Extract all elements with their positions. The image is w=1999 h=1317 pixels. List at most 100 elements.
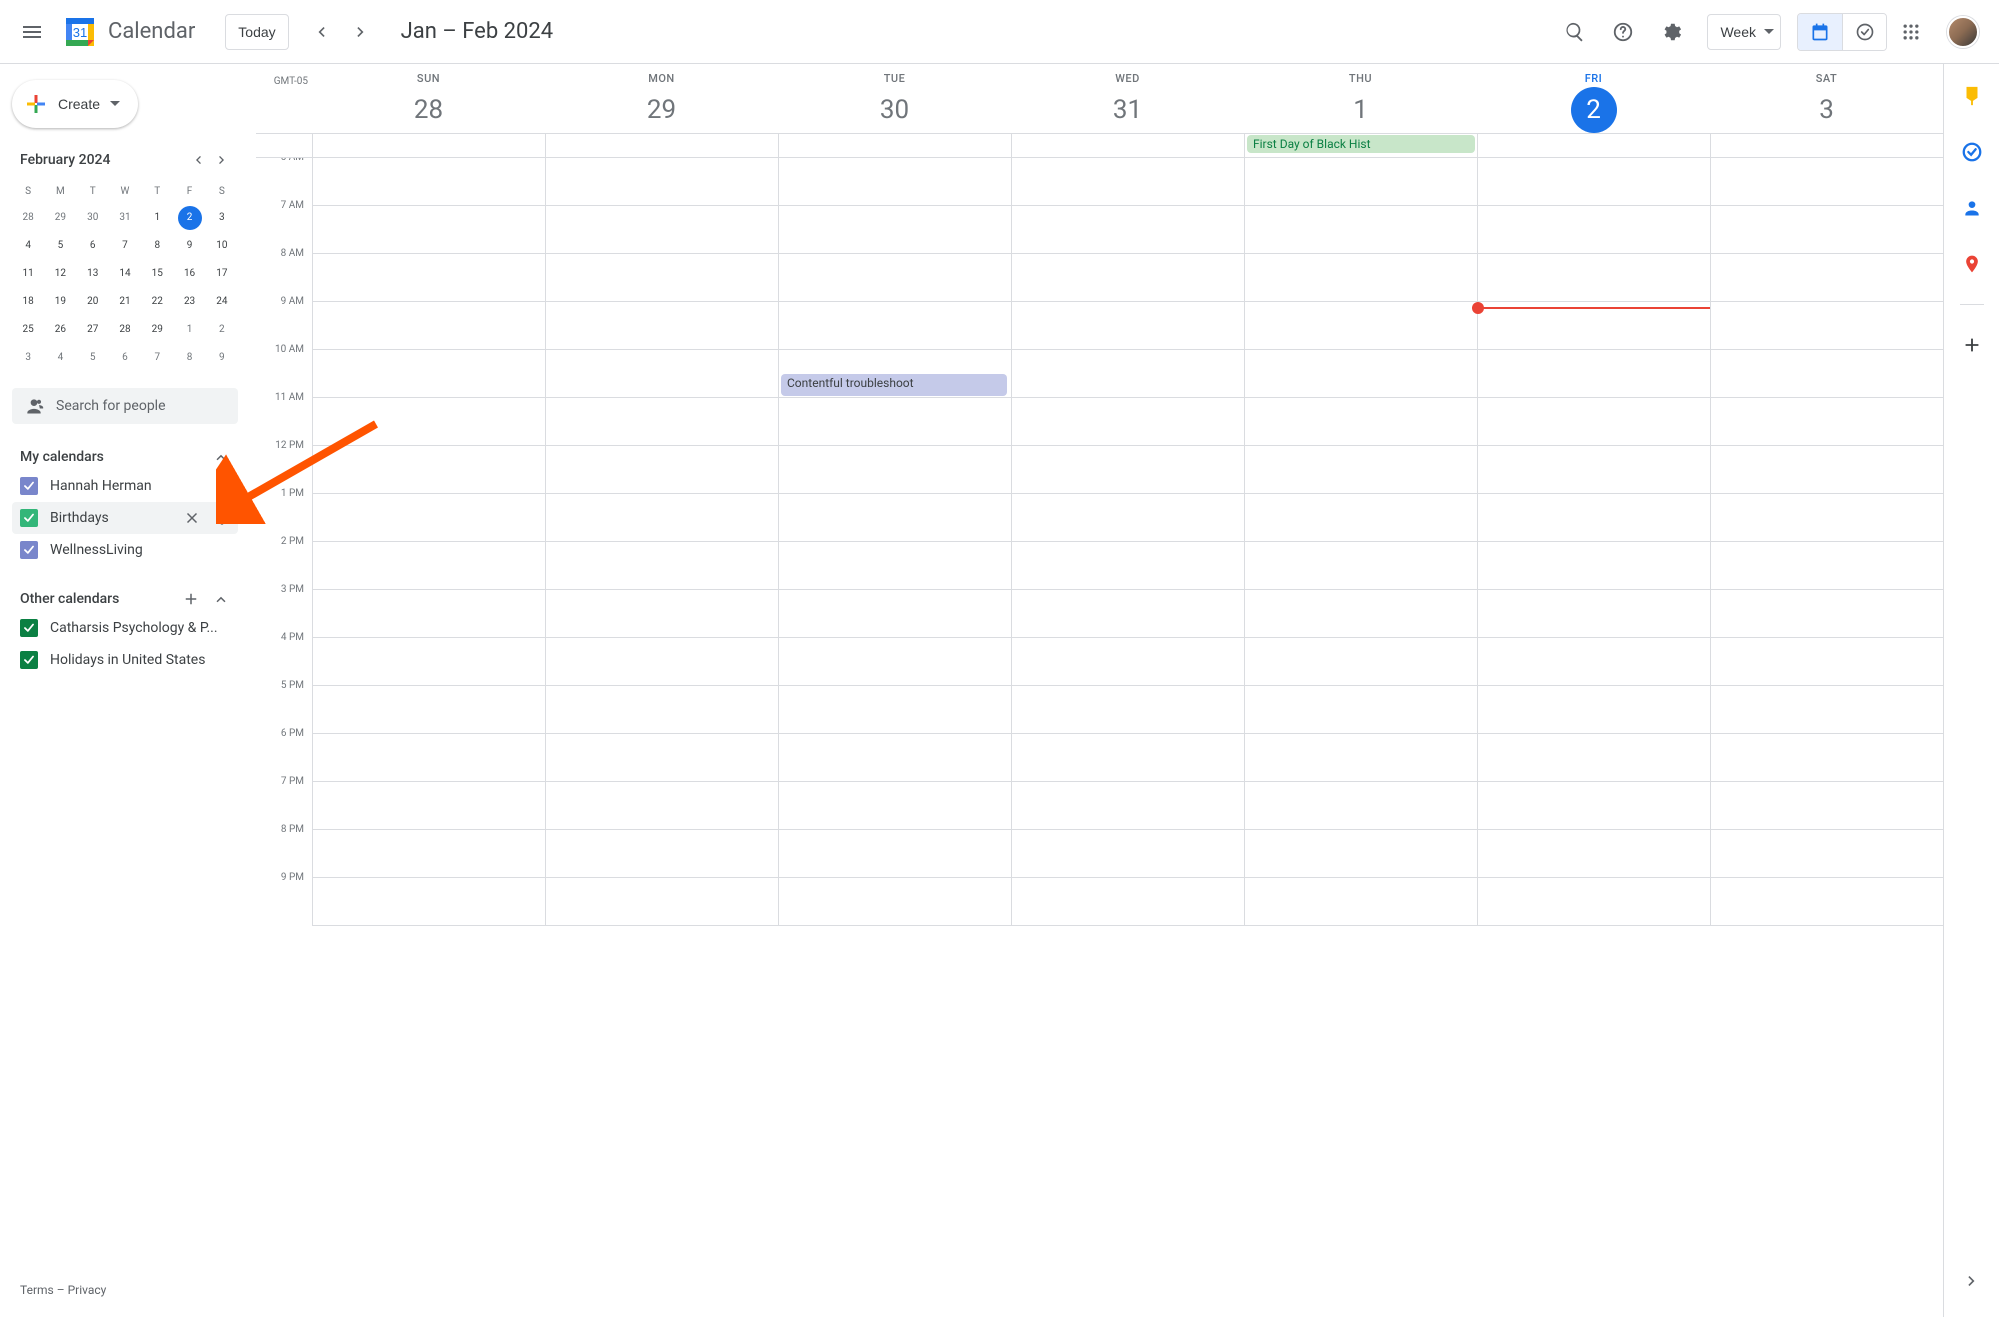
allday-cell[interactable] — [545, 134, 778, 157]
contacts-button[interactable] — [1952, 188, 1992, 228]
tasks-button[interactable] — [1952, 132, 1992, 172]
allday-cell[interactable] — [778, 134, 1011, 157]
search-button[interactable] — [1551, 8, 1599, 56]
calendar-item[interactable]: Holidays in United States — [12, 644, 238, 676]
mini-day[interactable]: 5 — [81, 346, 105, 370]
main-menu-button[interactable] — [8, 8, 56, 56]
mini-day[interactable]: 11 — [16, 262, 40, 286]
view-selector[interactable]: Week — [1707, 14, 1781, 50]
prev-period-button[interactable] — [301, 12, 341, 52]
day-column[interactable] — [1477, 158, 1710, 926]
mini-day[interactable]: 6 — [81, 234, 105, 258]
mini-day[interactable]: 9 — [210, 346, 234, 370]
mini-day[interactable]: 1 — [178, 318, 202, 342]
terms-link[interactable]: Terms — [20, 1283, 54, 1297]
privacy-link[interactable]: Privacy — [68, 1283, 107, 1297]
day-header[interactable]: TUE30 — [778, 64, 1011, 133]
today-button[interactable]: Today — [225, 14, 288, 50]
mini-day[interactable]: 2 — [210, 318, 234, 342]
calendar-item[interactable]: Birthdays — [12, 502, 238, 534]
mini-day[interactable]: 18 — [16, 290, 40, 314]
mini-day[interactable]: 22 — [145, 290, 169, 314]
app-logo[interactable]: 31 Calendar — [56, 12, 225, 52]
tasks-view-button[interactable] — [1842, 14, 1886, 50]
mini-day[interactable]: 2 — [178, 206, 202, 230]
mini-day[interactable]: 1 — [145, 206, 169, 230]
calendar-item[interactable]: Hannah Herman — [12, 470, 238, 502]
calendar-item[interactable]: Catharsis Psychology & P... — [12, 612, 238, 644]
allday-event[interactable]: First Day of Black Hist — [1247, 135, 1475, 153]
mini-day[interactable]: 20 — [81, 290, 105, 314]
day-column[interactable]: Contentful troubleshoot — [778, 158, 1011, 926]
google-apps-button[interactable] — [1887, 8, 1935, 56]
maps-button[interactable] — [1952, 244, 1992, 284]
mini-day[interactable]: 31 — [113, 206, 137, 230]
mini-day[interactable]: 3 — [16, 346, 40, 370]
mini-day[interactable]: 8 — [178, 346, 202, 370]
other-calendars-toggle[interactable]: Other calendars — [12, 586, 238, 612]
account-avatar[interactable] — [1947, 16, 1979, 48]
day-header[interactable]: SAT3 — [1710, 64, 1943, 133]
day-header[interactable]: WED31 — [1011, 64, 1244, 133]
day-column[interactable] — [1710, 158, 1943, 926]
next-period-button[interactable] — [341, 12, 381, 52]
mini-day[interactable]: 16 — [178, 262, 202, 286]
time-grid[interactable]: 6 AM7 AM8 AM9 AM10 AM11 AM12 PM1 PM2 PM3… — [256, 158, 1943, 1317]
day-column[interactable] — [1244, 158, 1477, 926]
mini-day[interactable]: 7 — [113, 234, 137, 258]
mini-day[interactable]: 13 — [81, 262, 105, 286]
mini-day[interactable]: 4 — [48, 346, 72, 370]
mini-day[interactable]: 15 — [145, 262, 169, 286]
plus-icon[interactable] — [182, 590, 200, 608]
mini-day[interactable]: 6 — [113, 346, 137, 370]
calendar-view-button[interactable] — [1798, 14, 1842, 50]
keep-button[interactable] — [1952, 76, 1992, 116]
mini-prev-month-button[interactable] — [186, 148, 210, 172]
mini-day[interactable]: 28 — [113, 318, 137, 342]
settings-button[interactable] — [1647, 8, 1695, 56]
mini-day[interactable]: 29 — [145, 318, 169, 342]
day-header[interactable]: THU1 — [1244, 64, 1477, 133]
mini-day[interactable]: 14 — [113, 262, 137, 286]
mini-day[interactable]: 28 — [16, 206, 40, 230]
mini-day[interactable]: 4 — [16, 234, 40, 258]
mini-day[interactable]: 21 — [113, 290, 137, 314]
mini-day[interactable]: 30 — [81, 206, 105, 230]
calendar-item[interactable]: WellnessLiving — [12, 534, 238, 566]
day-column[interactable] — [545, 158, 778, 926]
create-button[interactable]: Create — [12, 80, 138, 128]
mini-day[interactable]: 12 — [48, 262, 72, 286]
mini-day[interactable]: 27 — [81, 318, 105, 342]
support-button[interactable] — [1599, 8, 1647, 56]
search-people-input[interactable]: Search for people — [12, 388, 238, 424]
allday-cell[interactable] — [1477, 134, 1710, 157]
mini-day[interactable]: 8 — [145, 234, 169, 258]
mini-day[interactable]: 26 — [48, 318, 72, 342]
allday-cell[interactable] — [312, 134, 545, 157]
mini-day[interactable]: 19 — [48, 290, 72, 314]
mini-day[interactable]: 29 — [48, 206, 72, 230]
mini-day[interactable]: 10 — [210, 234, 234, 258]
day-column[interactable] — [1011, 158, 1244, 926]
mini-day[interactable]: 17 — [210, 262, 234, 286]
mini-day[interactable]: 9 — [178, 234, 202, 258]
calendar-options-button[interactable] — [210, 506, 234, 530]
mini-day[interactable]: 25 — [16, 318, 40, 342]
allday-cell[interactable] — [1710, 134, 1943, 157]
mini-day[interactable]: 24 — [210, 290, 234, 314]
hide-sidepanel-button[interactable] — [1952, 1261, 1992, 1301]
event-block[interactable]: Contentful troubleshoot — [781, 374, 1007, 396]
day-column[interactable] — [312, 158, 545, 926]
add-addon-button[interactable] — [1952, 325, 1992, 365]
allday-cell[interactable] — [1011, 134, 1244, 157]
mini-day[interactable]: 3 — [210, 206, 234, 230]
my-calendars-toggle[interactable]: My calendars — [12, 444, 238, 470]
day-header[interactable]: FRI2 — [1477, 64, 1710, 133]
mini-day[interactable]: 7 — [145, 346, 169, 370]
day-header[interactable]: SUN28 — [312, 64, 545, 133]
unsubscribe-button[interactable] — [180, 506, 204, 530]
allday-cell[interactable]: First Day of Black Hist — [1244, 134, 1477, 157]
mini-day[interactable]: 23 — [178, 290, 202, 314]
mini-day[interactable]: 5 — [48, 234, 72, 258]
day-header[interactable]: MON29 — [545, 64, 778, 133]
